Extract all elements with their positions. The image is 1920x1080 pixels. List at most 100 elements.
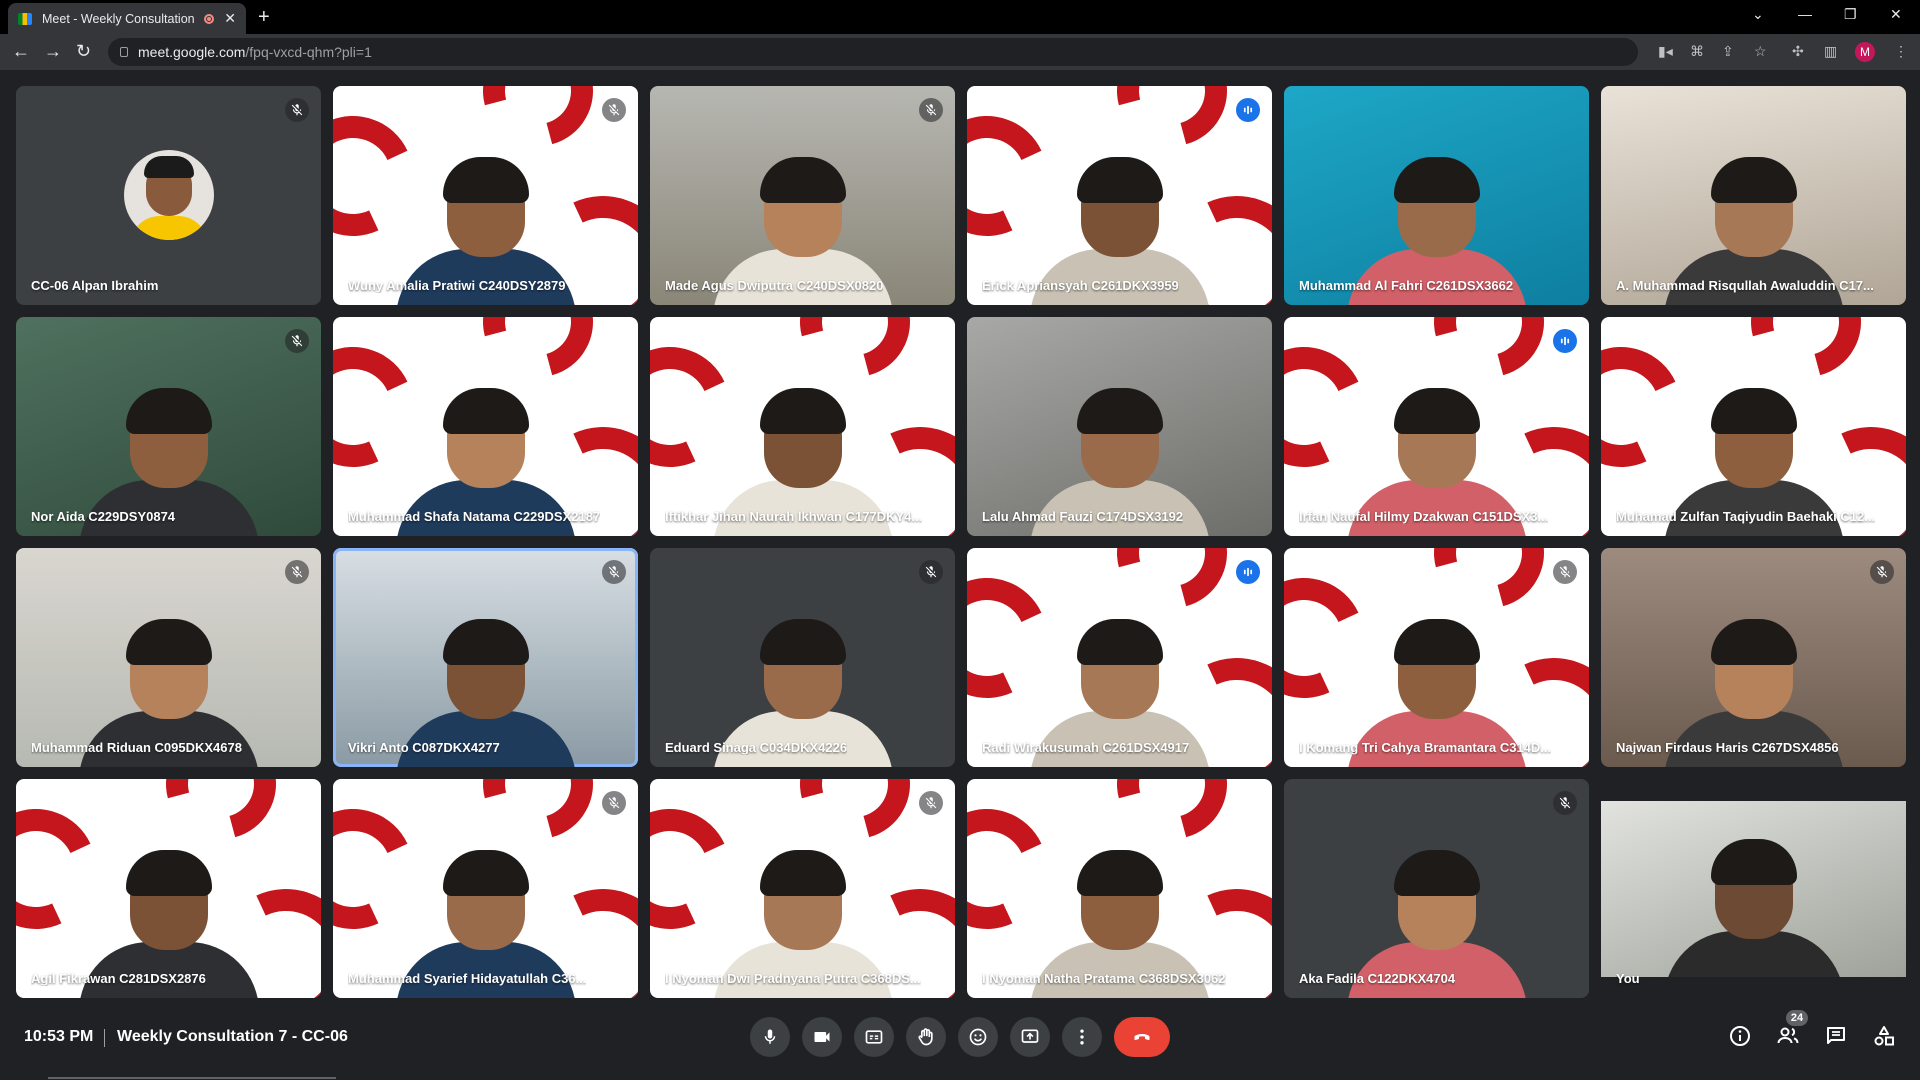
mic-off-icon [285,98,309,122]
participant-tile[interactable]: Muhammad Al Fahri C261DSX3662 [1284,86,1589,305]
browser-menu-icon[interactable]: ⋮ [1894,43,1908,60]
tab-close-icon[interactable]: ✕ [224,10,236,27]
participant-name: I Komang Tri Cahya Bramantara C314D... [1299,740,1552,755]
mic-off-icon [1553,791,1577,815]
divider [104,1029,105,1047]
profile-avatar[interactable]: M [1855,42,1875,62]
participant-name: Wuny Amalia Pratiwi C240DSY2879 [348,278,566,293]
reload-button[interactable]: ↻ [76,41,91,62]
participant-name: A. Muhammad Risqullah Awaluddin C17... [1616,278,1874,293]
participant-tile[interactable]: Erick Apriansyah C261DKX3959 [967,86,1272,305]
participant-name: Muhammad Shafa Natama C229DSX2187 [348,509,601,524]
mic-off-icon [1870,560,1894,584]
browser-tab[interactable]: Meet - Weekly Consultation ✕ [8,3,246,34]
microphone-button[interactable] [750,1017,790,1057]
reactions-button[interactable] [958,1017,998,1057]
raise-hand-button[interactable] [906,1017,946,1057]
tab-search-icon[interactable]: ⌄ [1752,6,1764,23]
present-screen-button[interactable] [1010,1017,1050,1057]
tab-title: Meet - Weekly Consultation [42,11,195,26]
extensions-icon[interactable]: ✣ [1792,43,1804,60]
participant-tile[interactable]: Lalu Ahmad Fauzi C174DSX3192 [967,317,1272,536]
participant-name: Nor Aida C229DSY0874 [31,509,176,524]
participant-grid: CC-06 Alpan Ibrahim Wuny Amalia Pratiwi C… [16,86,1906,998]
participant-tile[interactable]: Irfan Naufal Hilmy Dzakwan C151DSX3... [1284,317,1589,536]
people-button[interactable] [1774,1022,1802,1050]
participant-tile[interactable]: Vikri Anto C087DKX4277 [333,548,638,767]
camera-in-use-icon[interactable]: ▮◂ [1658,43,1673,60]
participant-tile[interactable]: I Nyoman Natha Pratama C368DSX3062 [967,779,1272,998]
participant-tile[interactable]: I Nyoman Dwi Pradnyana Putra C368DS... [650,779,955,998]
mic-off-icon [919,98,943,122]
more-vert-icon [1080,1029,1084,1045]
captions-button[interactable] [854,1017,894,1057]
meeting-clock: 10:53 PM [24,1028,94,1045]
participant-name: CC-06 Alpan Ibrahim [31,278,159,293]
mic-off-icon [1553,560,1577,584]
self-video [1601,801,1906,977]
meet-favicon-icon [18,12,32,25]
participant-tile[interactable]: Agil Fikrawan C281DSX2876 [16,779,321,998]
share-icon[interactable]: ⇪ [1722,43,1734,60]
participant-tile[interactable]: Aka Fadila C122DKX4704 [1284,779,1589,998]
profile-avatar [123,150,214,240]
translate-icon[interactable]: ⌘ [1690,43,1704,60]
mic-off-icon [919,791,943,815]
activities-button[interactable] [1870,1022,1898,1050]
url-bar[interactable]: meet.google.com /fpq-vxcd-qhm?pli=1 [108,38,1638,66]
present-icon [1021,1029,1039,1043]
more-options-button[interactable] [1062,1017,1102,1057]
info-icon [1730,1026,1750,1046]
participant-tile[interactable]: Muhammad Riduan C095DKX4678 [16,548,321,767]
recording-indicator-icon [204,13,215,24]
speaking-indicator-icon [1553,329,1577,353]
participant-tile[interactable]: Made Agus Dwiputra C240DSX0820 [650,86,955,305]
participant-name: Muhammad Syarief Hidayatullah C36... [348,971,587,986]
participant-tile[interactable]: CC-06 Alpan Ibrahim [16,86,321,305]
participant-tile[interactable]: I Komang Tri Cahya Bramantara C314D... [1284,548,1589,767]
camera-button[interactable] [802,1017,842,1057]
meeting-title: Weekly Consultation 7 - CC-06 [117,1028,348,1045]
participant-name: Lalu Ahmad Fauzi C174DSX3192 [982,509,1184,524]
participant-tile[interactable]: Muhammad Syarief Hidayatullah C36... [333,779,638,998]
people-icon [1777,1027,1799,1044]
side-panel-icon[interactable]: ▥ [1824,43,1837,60]
participant-tile[interactable]: Najwan Firdaus Haris C267DSX4856 [1601,548,1906,767]
participant-name: Irfan Naufal Hilmy Dzakwan C151DSX3... [1299,509,1549,524]
chat-icon [1827,1027,1845,1044]
participant-tile[interactable]: Iftikhar Jihan Naurah Ikhwan C177DKY4... [650,317,955,536]
chat-button[interactable] [1822,1022,1850,1050]
scroll-indicator [48,1077,336,1079]
url-host: meet.google.com [138,44,246,60]
mic-off-icon [285,560,309,584]
participant-tile[interactable]: Nor Aida C229DSY0874 [16,317,321,536]
participant-tile[interactable]: Muhammad Shafa Natama C229DSX2187 [333,317,638,536]
bookmark-star-icon[interactable]: ☆ [1754,43,1767,60]
speaking-indicator-icon [1236,560,1260,584]
participant-name: Erick Apriansyah C261DKX3959 [982,278,1179,293]
new-tab-button[interactable]: + [258,6,270,29]
participant-tile[interactable]: You [1601,779,1906,998]
address-bar-row: ← → ↻ meet.google.com /fpq-vxcd-qhm?pli=… [0,34,1920,70]
participant-tile[interactable]: Muhamad Zulfan Taqiyudin Baehaki C12... [1601,317,1906,536]
close-window-button[interactable]: ✕ [1890,6,1902,23]
lock-icon[interactable] [120,47,128,57]
leave-call-button[interactable] [1114,1017,1170,1057]
participant-name: Vikri Anto C087DKX4277 [348,740,500,755]
restore-button[interactable]: ❐ [1844,6,1857,23]
participant-name: Made Agus Dwiputra C240DSX0820 [665,278,884,293]
participant-name: You [1616,971,1640,986]
activities-icon [1874,1026,1894,1046]
participant-tile[interactable]: A. Muhammad Risqullah Awaluddin C17... [1601,86,1906,305]
browser-tab-bar: Meet - Weekly Consultation ✕ + ⌄ — ❐ ✕ [0,0,1920,34]
forward-button[interactable]: → [44,41,62,62]
mic-off-icon [602,791,626,815]
participant-tile[interactable]: Radi Wirakusumah C261DSX4917 [967,548,1272,767]
participant-tile[interactable]: Wuny Amalia Pratiwi C240DSY2879 [333,86,638,305]
participant-tile[interactable]: Eduard Sinaga C034DKX4226 [650,548,955,767]
participant-name: Muhammad Riduan C095DKX4678 [31,740,242,755]
camera-icon [814,1032,830,1042]
meeting-details-button[interactable] [1726,1022,1754,1050]
back-button[interactable]: ← [12,41,30,62]
minimize-button[interactable]: — [1798,6,1812,22]
